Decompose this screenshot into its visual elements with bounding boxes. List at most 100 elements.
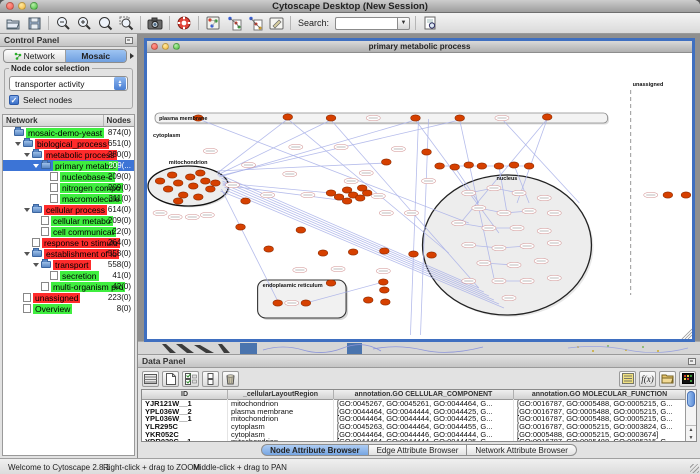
graph-node[interactable] [663, 192, 673, 198]
graph-node[interactable] [681, 192, 691, 198]
graph-node[interactable] [477, 163, 487, 169]
expand-arrow-icon[interactable] [24, 153, 30, 157]
column-header[interactable]: ID [142, 390, 228, 399]
search-dropdown-arrow[interactable]: ▼ [397, 17, 410, 30]
expand-arrow-icon[interactable] [15, 142, 21, 146]
table-scrollbar[interactable]: ▲▼ [685, 390, 696, 441]
zoom-fit-icon[interactable] [96, 15, 114, 32]
edge-layout-icon[interactable] [246, 15, 264, 32]
graph-node[interactable] [435, 163, 445, 169]
graph-node[interactable] [379, 248, 389, 254]
resize-grip[interactable] [690, 464, 699, 473]
help-lifering-icon[interactable] [175, 15, 193, 32]
graph-node[interactable] [342, 198, 352, 204]
browser-tab[interactable]: Node Attribute Browser [261, 444, 369, 456]
tree-row[interactable]: establishment of lo558(0) [3, 248, 134, 259]
tree-row[interactable]: unassigned223(0) [3, 292, 134, 303]
graph-node[interactable] [509, 162, 519, 168]
tree-row[interactable]: primary metabol209(... [3, 160, 134, 171]
tree-row[interactable]: multi-organism pro42(0) [3, 281, 134, 292]
graph-node[interactable] [381, 159, 391, 165]
zoom-selected-icon[interactable] [117, 15, 135, 32]
select-all-attributes-icon[interactable] [182, 371, 199, 387]
delete-attribute-icon[interactable] [222, 371, 239, 387]
network-canvas[interactable]: plasma membranecytoplasmmitochondrionnuc… [147, 53, 692, 339]
graph-node[interactable] [173, 198, 183, 204]
column-header[interactable]: _cellularLayoutRegion [228, 390, 334, 399]
graph-node[interactable] [524, 163, 534, 169]
zoom-in-icon[interactable] [75, 15, 93, 32]
graph-node[interactable] [455, 115, 465, 121]
graph-node[interactable] [409, 251, 419, 257]
graph-node[interactable] [193, 194, 203, 200]
graph-node[interactable] [411, 115, 421, 121]
graph-node[interactable] [173, 180, 183, 186]
graph-node[interactable] [357, 185, 367, 191]
graph-node[interactable] [211, 180, 221, 186]
tree-row[interactable]: metabolic process280(0) [3, 149, 134, 160]
tab-overflow-arrow-icon[interactable] [130, 53, 134, 59]
graph-node[interactable] [379, 287, 389, 293]
float-panel-icon[interactable] [125, 37, 133, 44]
graph-node[interactable] [200, 178, 210, 184]
import-attributes-icon[interactable] [619, 371, 636, 387]
graph-node[interactable] [380, 299, 390, 305]
graph-node[interactable] [542, 114, 552, 120]
annotation-icon[interactable] [267, 15, 285, 32]
graph-node[interactable] [464, 162, 474, 168]
tree-row[interactable]: cellular process614(0) [3, 204, 134, 215]
graph-node[interactable] [355, 195, 365, 201]
scrollbar-thumb[interactable] [687, 391, 695, 407]
graph-node[interactable] [264, 246, 274, 252]
graph-node[interactable] [283, 114, 293, 120]
column-header[interactable]: annotation.GO CELLULAR_COMPONENT [334, 390, 514, 399]
tree-row[interactable]: cellular metabo209(0) [3, 215, 134, 226]
graph-node[interactable] [163, 186, 173, 192]
tree-row[interactable]: macromolecule311(0) [3, 193, 134, 204]
graph-node[interactable] [326, 280, 336, 286]
scrollbar-arrows[interactable]: ▲▼ [686, 425, 696, 441]
tree-row[interactable]: mosaic-demo-yeast874(0) [3, 127, 134, 138]
graph-node[interactable] [427, 252, 437, 258]
tree-row[interactable]: nucleobase-c209(0) [3, 171, 134, 182]
search-input[interactable] [335, 17, 397, 30]
save-icon[interactable] [25, 15, 43, 32]
graph-node[interactable] [301, 300, 311, 306]
float-data-panel-icon[interactable] [688, 358, 696, 365]
network-view-titlebar[interactable]: primary metabolic process [147, 41, 692, 53]
graph-node[interactable] [348, 249, 358, 255]
select-nodes-checkbox[interactable]: ✓ [9, 95, 19, 105]
graph-node[interactable] [155, 178, 165, 184]
column-header[interactable]: annotation.GO MOLECULAR_FUNCTION [514, 390, 685, 399]
unselect-all-attributes-icon[interactable] [202, 371, 219, 387]
tree-row[interactable]: response to stimulu264(0) [3, 237, 134, 248]
attribute-table-grid[interactable]: ID_cellularLayoutRegionannotation.GO CEL… [142, 390, 685, 441]
graph-node[interactable] [178, 192, 188, 198]
tree-row[interactable]: nitrogen compo209(0) [3, 182, 134, 193]
graph-node[interactable] [188, 183, 198, 189]
graph-node[interactable] [167, 172, 177, 178]
tab-mosaic[interactable]: Mosaic [66, 50, 127, 62]
zoom-out-icon[interactable] [54, 15, 72, 32]
graph-node[interactable] [326, 115, 336, 121]
vizmapper-icon[interactable] [204, 15, 222, 32]
graph-node[interactable] [241, 198, 251, 204]
open-icon[interactable] [4, 15, 22, 32]
browser-tab[interactable]: Edge Attribute Browser [369, 444, 468, 456]
graph-node[interactable] [363, 297, 373, 303]
network-view-window[interactable]: primary metabolic process plasma membran… [144, 38, 695, 342]
browser-tab[interactable]: Network Attribute Browser [467, 444, 576, 456]
function-builder-icon[interactable]: f(x) [639, 371, 656, 387]
new-attribute-icon[interactable] [162, 371, 179, 387]
layout-icon[interactable] [225, 15, 243, 32]
expand-arrow-icon[interactable] [33, 263, 39, 267]
expand-arrow-icon[interactable] [33, 164, 39, 168]
graph-node[interactable] [236, 224, 246, 230]
expand-arrow-icon[interactable] [24, 208, 30, 212]
tree-row[interactable]: biological_process651(0) [3, 138, 134, 149]
heatmap-icon[interactable] [679, 371, 696, 387]
graph-node[interactable] [195, 170, 205, 176]
graph-node[interactable] [326, 190, 336, 196]
tree-row[interactable]: Overview8(0) [3, 303, 134, 314]
tree-header-network[interactable]: Network [3, 115, 104, 126]
